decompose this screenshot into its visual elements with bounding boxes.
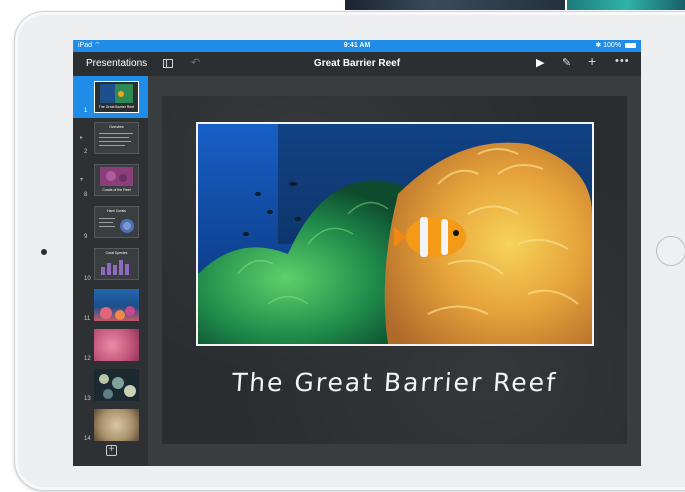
more-icon[interactable]: •••: [615, 55, 630, 67]
add-slide-button[interactable]: +: [106, 445, 117, 456]
slide-preview: The Great Barrier Reef: [94, 81, 139, 113]
slide-preview: Corals of the Reef: [94, 164, 139, 196]
slide-preview: Hard Corals: [94, 206, 139, 238]
background-photo-strip: [567, 0, 685, 10]
slide-thumbnail-10[interactable]: 10 Coral Species: [73, 246, 148, 286]
front-camera: [41, 249, 47, 255]
slide-number: 9: [84, 234, 88, 240]
format-brush-icon[interactable]: ✎: [562, 56, 571, 69]
slide-preview-photo: [94, 329, 139, 361]
slide-navigator: 1 The Great Barrier Reef ▸ 2 Overview ▾ …: [73, 76, 148, 466]
disclosure-triangle-open-icon[interactable]: ▾: [80, 176, 83, 183]
slide-thumbnail-12[interactable]: 12: [73, 326, 148, 366]
text-line: [99, 137, 129, 138]
battery-icon: [625, 42, 636, 48]
disclosure-triangle-icon[interactable]: ▸: [80, 134, 83, 141]
slide-preview: Coral Species: [94, 248, 139, 280]
slide-preview-photo: [94, 369, 139, 401]
current-slide[interactable]: The Great Barrier Reef: [162, 96, 627, 444]
slide-number: 11: [84, 316, 91, 322]
text-line: [99, 133, 133, 134]
slide-number: 1: [84, 108, 88, 114]
slide-thumbnail-14[interactable]: 14: [73, 406, 148, 446]
home-button[interactable]: [656, 236, 685, 266]
slide-number: 14: [84, 436, 91, 442]
clownfish-photo: [198, 124, 592, 344]
coral-photo: [99, 374, 136, 399]
background-photo-strip: [345, 0, 565, 10]
document-title: Great Barrier Reef: [313, 58, 401, 69]
keynote-screen: iPad ⌔ 9:41 AM ✱ 100% Presentations ↶ Gr…: [73, 40, 641, 466]
slide-number: 10: [84, 276, 91, 282]
battery-percent: 100%: [603, 42, 622, 49]
slide-number: 8: [84, 192, 88, 198]
toolbar: Presentations ↶ Great Barrier Reef ▶ ✎ +…: [73, 52, 641, 76]
slide-number: 2: [84, 149, 88, 155]
text-line: [99, 145, 125, 146]
slide-preview: Overview: [94, 122, 139, 154]
slide-preview-title: The Great Barrier Reef: [98, 105, 135, 109]
slide-thumbnail-2[interactable]: ▸ 2 Overview: [73, 120, 148, 160]
slide-thumbnail-11[interactable]: 11: [73, 286, 148, 326]
status-battery-group: ✱ 100%: [595, 40, 636, 52]
slide-thumbnail-13[interactable]: 13: [73, 366, 148, 406]
text-line: [99, 141, 131, 142]
slide-preview-title: Overview: [109, 125, 124, 129]
slide-canvas: The Great Barrier Reef: [148, 76, 641, 466]
coral-photo: [100, 306, 135, 320]
bluetooth-icon: ✱: [595, 42, 602, 49]
status-time: 9:41 AM: [343, 42, 371, 49]
slide-preview-title: Corals of the Reef: [102, 188, 131, 192]
slide-photo-clownfish[interactable]: [196, 122, 594, 346]
insert-plus-icon[interactable]: +: [588, 53, 596, 69]
slide-preview-photo: [94, 289, 139, 321]
slide-thumbnail-8[interactable]: ▾ 8 Corals of the Reef: [73, 162, 148, 202]
slide-thumbnail-1[interactable]: 1 The Great Barrier Reef: [73, 76, 148, 118]
slide-preview-photo: [120, 219, 134, 233]
slide-preview-chart: [101, 260, 129, 275]
slide-title[interactable]: The Great Barrier Reef: [162, 368, 627, 397]
play-icon[interactable]: ▶: [536, 56, 544, 69]
slide-preview-photo: [94, 409, 139, 441]
status-bar: iPad ⌔ 9:41 AM ✱ 100%: [73, 40, 641, 52]
slide-number: 12: [84, 356, 91, 362]
slide-number: 13: [84, 396, 91, 402]
slide-thumbnail-9[interactable]: 9 Hard Corals: [73, 204, 148, 244]
